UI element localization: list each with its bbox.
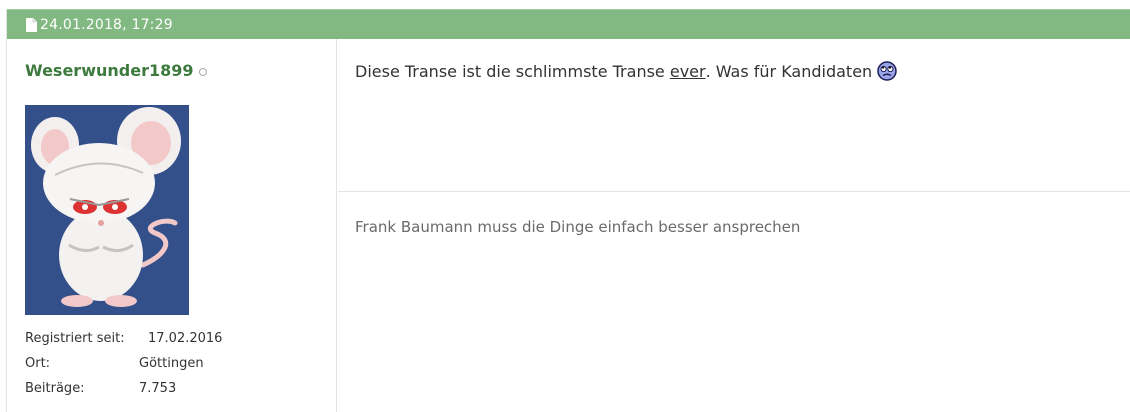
document-icon xyxy=(26,17,37,32)
info-label: Ort: xyxy=(25,356,51,371)
post-header: 24.01.2018, 17:29 xyxy=(7,9,1130,39)
info-row-location: Ort: Göttingen xyxy=(25,351,222,376)
post-message: Diese Transe ist die schlimmste Transe e… xyxy=(355,61,897,81)
message-emphasis: ever xyxy=(669,61,706,81)
signature-divider xyxy=(338,191,1130,192)
info-value: Göttingen xyxy=(139,356,204,371)
info-row-posts: Beiträge: 7.753 xyxy=(25,376,222,401)
user-info: Registriert seit: 17.02.2016 Ort: Göttin… xyxy=(25,326,222,401)
message-text-after: . Was für Kandidaten xyxy=(705,61,873,81)
post-content: Diese Transe ist die schlimmste Transe e… xyxy=(338,39,1130,412)
username-row: Weserwunder1899 xyxy=(25,61,208,80)
message-text-before: Diese Transe ist die schlimmste Transe xyxy=(355,61,670,81)
rolleyes-smiley-icon xyxy=(877,61,897,81)
avatar[interactable] xyxy=(25,105,189,315)
info-value: 17.02.2016 xyxy=(148,331,223,346)
post-date: 24.01.2018, 17:29 xyxy=(40,16,173,33)
offline-status-icon xyxy=(199,67,208,76)
signature: Frank Baumann muss die Dinge einfach bes… xyxy=(355,218,801,236)
info-label: Registriert seit: xyxy=(25,331,125,346)
username-link[interactable]: Weserwunder1899 xyxy=(25,61,193,80)
forum-post: 24.01.2018, 17:29 Weserwunder1899 Regist… xyxy=(6,9,1130,412)
info-label: Beiträge: xyxy=(25,381,85,396)
info-value: 7.753 xyxy=(139,381,177,396)
info-row-registered: Registriert seit: 17.02.2016 xyxy=(25,326,222,351)
user-panel: Weserwunder1899 Registriert seit: 17.02.… xyxy=(7,39,337,412)
